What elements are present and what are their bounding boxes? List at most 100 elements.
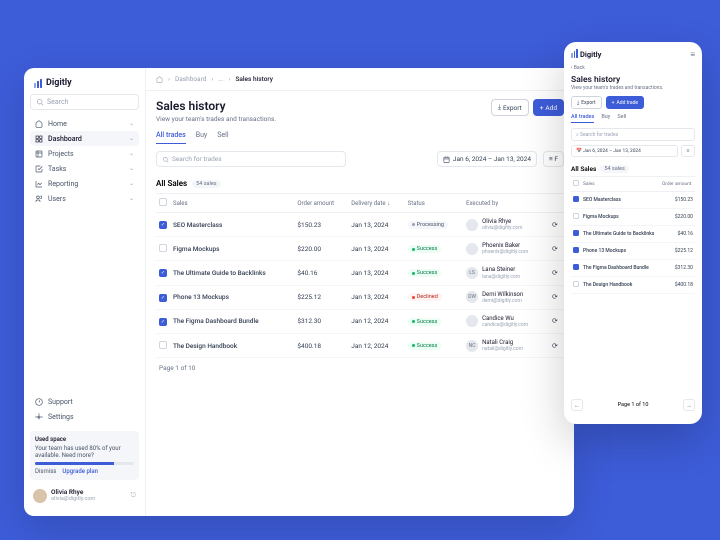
mobile-all-sales: All Sales 54 sales <box>571 162 695 176</box>
tab-buy[interactable]: Buy <box>196 127 208 144</box>
add-button[interactable]: + Add <box>533 99 564 116</box>
used-space-title: Used space <box>35 436 134 443</box>
download-icon[interactable]: ⟳ <box>549 237 564 261</box>
row-checkbox[interactable] <box>573 230 579 236</box>
sidebar-item-reporting[interactable]: Reporting⌄ <box>30 176 139 191</box>
col-sales[interactable]: Sales <box>170 194 294 213</box>
delivery-date: Jan 12, 2024 <box>348 333 404 357</box>
status-badge: Success <box>408 245 442 253</box>
row-checkbox[interactable]: ✓ <box>159 269 167 277</box>
export-button[interactable]: ⤓ Export <box>491 99 529 116</box>
sale-name: The Design Handbook <box>581 277 660 294</box>
breadcrumb-dots[interactable]: ... <box>218 75 223 83</box>
row-checkbox[interactable]: ✓ <box>159 318 167 326</box>
mobile-date-range[interactable]: 📅 Jan 6, 2024 – Jan 13, 2024 <box>571 145 678 157</box>
download-icon[interactable]: ⟳ <box>549 261 564 285</box>
delivery-date: Jan 12, 2024 <box>348 309 404 333</box>
mobile-filter-button[interactable]: ≡ <box>681 145 695 157</box>
order-amount: $40.16 <box>294 261 348 285</box>
col-status[interactable]: Status <box>405 194 463 213</box>
date-range-picker[interactable]: Jan 6, 2024 – Jan 13, 2024 <box>437 151 537 167</box>
table-row[interactable]: Figma Mockups$220.00Jan 13, 2024SuccessP… <box>156 237 564 261</box>
breadcrumb-item[interactable]: Dashboard <box>175 75 206 83</box>
avatar <box>466 243 478 255</box>
table-row[interactable]: Phone 13 Mockups$225.12 <box>571 243 695 260</box>
home-icon[interactable] <box>156 76 163 83</box>
sidebar-item-support[interactable]: Support <box>30 395 139 410</box>
search-icon <box>36 98 44 106</box>
page-subtitle: View your team's trades and transactions… <box>156 115 276 123</box>
mobile-logo: Digitly <box>571 50 601 59</box>
sidebar-item-dashboard[interactable]: Dashboard⌄ <box>30 131 139 146</box>
table-row[interactable]: The Ultimate Guide to Backlinks$40.16 <box>571 226 695 243</box>
mobile-tab-buy[interactable]: Buy <box>601 114 610 123</box>
back-link[interactable]: ‹ Back <box>571 65 695 71</box>
select-all-checkbox[interactable] <box>159 198 167 206</box>
sidebar-item-home[interactable]: Home⌄ <box>30 116 139 131</box>
mobile-add-trade-button[interactable]: + Add trade <box>606 96 644 109</box>
next-page-button[interactable]: → <box>683 399 695 411</box>
upgrade-link[interactable]: Upgrade plan <box>62 468 98 475</box>
download-icon[interactable]: ⟳ <box>549 285 564 309</box>
row-checkbox[interactable] <box>159 341 167 349</box>
mobile-export-button[interactable]: ⤓ Export <box>571 96 602 109</box>
mobile-tab-all[interactable]: All trades <box>571 114 594 123</box>
table-row[interactable]: Figma Mockups$220.00 <box>571 209 695 226</box>
sidebar-item-projects[interactable]: Projects⌄ <box>30 146 139 161</box>
menu-icon[interactable]: ≡ <box>690 50 695 59</box>
sale-name: Phone 13 Mockups <box>581 243 660 260</box>
sidebar-item-users[interactable]: Users⌄ <box>30 191 139 206</box>
trades-search[interactable]: Search for trades <box>156 151 346 167</box>
settings-icon <box>35 413 43 421</box>
sale-name: The Ultimate Guide to Backlinks <box>170 261 294 285</box>
chevron-down-icon: ⌄ <box>129 150 134 157</box>
download-icon[interactable]: ⟳ <box>549 309 564 333</box>
dismiss-link[interactable]: Dismiss <box>35 468 56 475</box>
row-checkbox[interactable] <box>573 196 579 202</box>
logo-icon <box>34 79 43 88</box>
logout-icon[interactable]: ⎋ <box>130 491 136 500</box>
mobile-pagination: Page 1 of 10 <box>618 402 649 408</box>
mobile-app: Digitly ≡ ‹ Back Sales history View your… <box>564 42 702 424</box>
row-checkbox[interactable]: ✓ <box>159 221 167 229</box>
mobile-tab-sell[interactable]: Sell <box>617 114 626 123</box>
table-row[interactable]: ✓Phone 13 Mockups$225.12Jan 13, 2024Decl… <box>156 285 564 309</box>
col-date[interactable]: Delivery date ↓ <box>348 194 404 213</box>
delivery-date: Jan 13, 2024 <box>348 213 404 237</box>
table-row[interactable]: The Figma Dashboard Bundle$312.30 <box>571 260 695 277</box>
sale-name: The Ultimate Guide to Backlinks <box>581 226 660 243</box>
avatar <box>466 219 478 231</box>
row-checkbox[interactable]: ✓ <box>159 294 167 302</box>
support-icon <box>35 398 43 406</box>
row-checkbox[interactable] <box>573 281 579 287</box>
sidebar-search[interactable]: Search <box>30 94 139 110</box>
table-row[interactable]: ✓SEO Masterclass$150.23Jan 13, 2024Proce… <box>156 213 564 237</box>
row-checkbox[interactable] <box>159 244 167 252</box>
download-icon[interactable]: ⟳ <box>549 333 564 357</box>
download-icon[interactable]: ⟳ <box>549 213 564 237</box>
sidebar-item-settings[interactable]: Settings <box>30 410 139 425</box>
filter-button[interactable]: ≡ F <box>543 151 564 167</box>
users-icon <box>35 195 43 203</box>
col-amount[interactable]: Order amount <box>294 194 348 213</box>
page-title: Sales history <box>156 99 276 113</box>
row-checkbox[interactable] <box>573 247 579 253</box>
current-user[interactable]: Olivia Rhye olivia@digitly.com ⎋ <box>30 484 139 508</box>
table-row[interactable]: ✓The Ultimate Guide to Backlinks$40.16Ja… <box>156 261 564 285</box>
row-checkbox[interactable] <box>573 213 579 219</box>
mobile-search[interactable]: ⌕ Search for trades <box>571 128 695 141</box>
avatar <box>466 315 478 327</box>
col-exec[interactable]: Executed by <box>463 194 549 213</box>
sidebar-item-tasks[interactable]: Tasks⌄ <box>30 161 139 176</box>
table-row[interactable]: SEO Masterclass$150.23 <box>571 192 695 209</box>
tab-all-trades[interactable]: All trades <box>156 127 186 144</box>
delivery-date: Jan 13, 2024 <box>348 237 404 261</box>
row-checkbox[interactable] <box>573 264 579 270</box>
tab-sell[interactable]: Sell <box>217 127 228 144</box>
calendar-icon <box>443 156 450 163</box>
table-row[interactable]: The Design Handbook$400.18 <box>571 277 695 294</box>
prev-page-button[interactable]: ← <box>571 399 583 411</box>
table-row[interactable]: ✓The Figma Dashboard Bundle$312.30Jan 12… <box>156 309 564 333</box>
mobile-select-all[interactable] <box>573 180 579 186</box>
table-row[interactable]: The Design Handbook$400.18Jan 12, 2024Su… <box>156 333 564 357</box>
